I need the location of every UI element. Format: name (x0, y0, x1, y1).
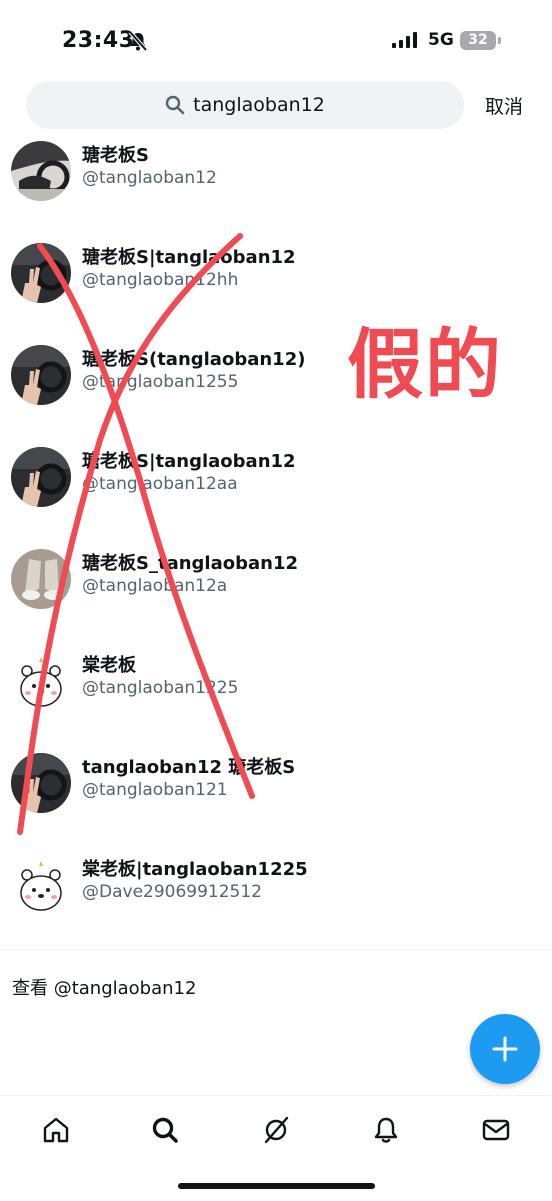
grok-icon (264, 1116, 289, 1144)
result-name: 瑭老板S|tanglaoban12 (82, 451, 296, 472)
bear-avatar-icon (11, 855, 71, 915)
search-icon (165, 95, 185, 115)
result-row[interactable]: tanglaoban12 瑭老板S @tanglaoban121 (0, 747, 552, 849)
peace-sign-avatar-icon (11, 753, 71, 813)
result-name: 棠老板|tanglaoban1225 (82, 859, 308, 880)
avatar (11, 345, 71, 405)
peace-sign-avatar-icon (11, 345, 71, 405)
search-results-list: 瑭老板S @tanglaoban12 瑭老板S|tanglaoban12 @ta… (0, 135, 552, 951)
result-row[interactable]: 棠老板|tanglaoban1225 @Dave29069912512 (0, 849, 552, 951)
notifications-icon (374, 1117, 398, 1143)
result-row[interactable]: 棠老板 @tanglaoban1225 (0, 645, 552, 747)
result-handle: @tanglaoban12 (82, 168, 217, 188)
view-profile-link[interactable]: 查看 @tanglaoban12 (12, 974, 196, 1000)
compose-button[interactable] (470, 1014, 540, 1084)
peace-sign-avatar-icon (11, 447, 71, 507)
home-icon (43, 1117, 69, 1143)
result-row[interactable]: 瑭老板S @tanglaoban12 (0, 135, 552, 237)
result-name: 瑭老板S_tanglaoban12 (82, 553, 298, 574)
fake-label-annotation: 假的 (347, 320, 503, 409)
avatar (11, 753, 71, 813)
search-icon (152, 1117, 178, 1143)
avatar (11, 855, 71, 915)
result-handle: @tanglaoban12aa (82, 474, 238, 494)
result-handle: @tanglaoban12hh (82, 270, 239, 290)
battery-icon: 32 (460, 31, 496, 50)
result-row[interactable]: 瑭老板S_tanglaoban12 @tanglaoban12a (0, 543, 552, 645)
result-name: tanglaoban12 瑭老板S (82, 757, 296, 778)
tab-messages[interactable] (476, 1110, 516, 1150)
result-handle: @tanglaoban12a (82, 576, 228, 596)
shoes-avatar-icon (11, 549, 71, 609)
avatar (11, 651, 71, 711)
result-name: 瑭老板S(tanglaoban12) (82, 349, 306, 370)
battery-tip (498, 37, 501, 44)
tab-home[interactable] (36, 1110, 76, 1150)
battery-level: 32 (468, 32, 488, 48)
car-interior-avatar-icon (11, 141, 71, 201)
plus-icon (492, 1036, 518, 1062)
status-time: 23:43 (62, 28, 135, 53)
result-handle: @Dave29069912512 (82, 882, 263, 902)
result-name: 棠老板 (82, 655, 136, 676)
search-input[interactable]: tanglaoban12 (26, 81, 464, 129)
result-handle: @tanglaoban1225 (82, 678, 239, 698)
silent-bell-icon (128, 30, 148, 52)
result-name: 瑭老板S|tanglaoban12 (82, 247, 296, 268)
result-name: 瑭老板S (82, 145, 149, 166)
tab-grok[interactable] (256, 1110, 296, 1150)
search-query: tanglaoban12 (193, 94, 325, 116)
cellular-signal-icon (392, 32, 417, 48)
status-bar: 23:43 5G 32 (0, 0, 552, 80)
bear-avatar-icon (11, 651, 71, 711)
cancel-button[interactable]: 取消 (485, 92, 523, 119)
avatar (11, 243, 71, 303)
tab-search[interactable] (145, 1110, 185, 1150)
avatar (11, 141, 71, 201)
home-indicator (178, 1183, 375, 1189)
divider (0, 949, 552, 950)
network-type: 5G (428, 30, 454, 50)
result-handle: @tanglaoban1255 (82, 372, 239, 392)
tab-notifications[interactable] (366, 1110, 406, 1150)
result-row[interactable]: 瑭老板S|tanglaoban12 @tanglaoban12aa (0, 441, 552, 543)
avatar (11, 549, 71, 609)
avatar (11, 447, 71, 507)
result-handle: @tanglaoban121 (82, 780, 228, 800)
peace-sign-avatar-icon (11, 243, 71, 303)
messages-icon (482, 1119, 510, 1141)
